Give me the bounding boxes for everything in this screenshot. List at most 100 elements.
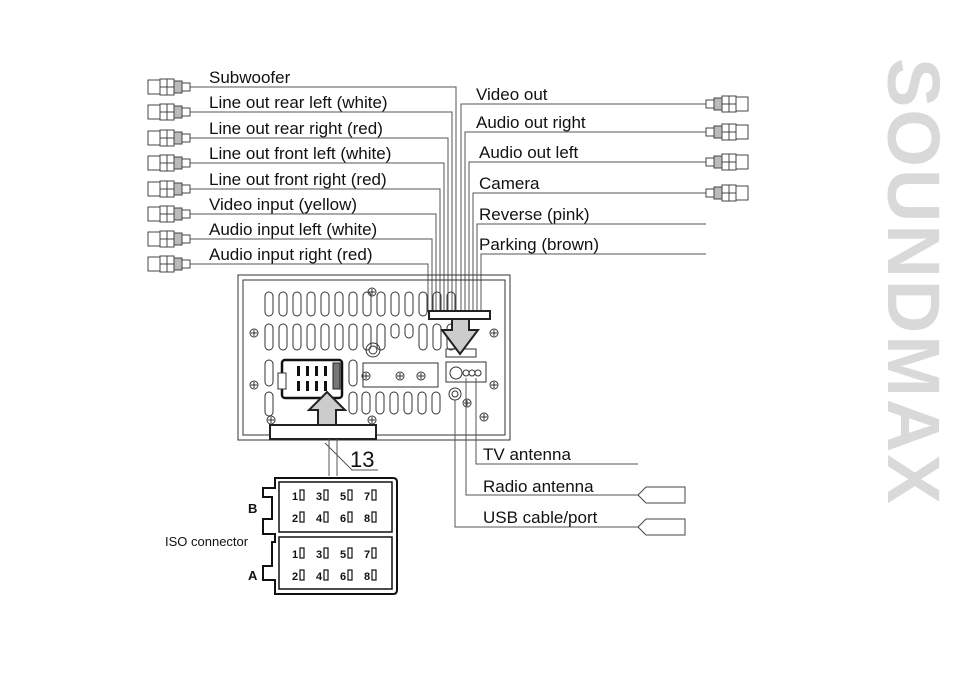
iso-pin-number: 8 xyxy=(364,513,370,525)
iso-pin-number: 1 xyxy=(292,549,298,561)
right-connector-group: Video out Audio out right Audio out left Ca… xyxy=(460,85,749,312)
vent-slot xyxy=(417,391,427,415)
iso-pin xyxy=(347,489,353,501)
rca-plug-icon xyxy=(147,78,191,96)
iso-pin-number: 4 xyxy=(316,571,323,583)
vent-slot xyxy=(348,323,358,351)
vent-slot xyxy=(348,391,358,415)
iso-harness-plug xyxy=(269,424,377,440)
rca-plug-icon xyxy=(147,230,191,248)
vent-slot xyxy=(306,291,316,317)
right-connector-label: Video out xyxy=(476,85,548,104)
iso-pin-number: 6 xyxy=(340,513,346,525)
vent-slot xyxy=(264,291,274,317)
iso-pin-number: 5 xyxy=(340,549,346,561)
right-connector-label: Camera xyxy=(479,174,540,193)
iso-connector: B A ISO connector 1 3 5 7 2 4 6 8 1 3 5 7 2 4 6 8 xyxy=(165,477,398,595)
vent-slot xyxy=(361,391,371,415)
iso-pin xyxy=(299,547,305,559)
vent-slot xyxy=(418,291,428,317)
iso-pin-number: 4 xyxy=(316,513,323,525)
rca-plug-icon xyxy=(705,123,749,141)
right-connector-label: Audio out right xyxy=(476,113,586,132)
iso-pin xyxy=(299,511,305,523)
iso-pin-number: 7 xyxy=(364,491,370,503)
iso-pin xyxy=(347,569,353,581)
rca-plug-icon xyxy=(147,205,191,223)
iso-pin xyxy=(323,511,329,523)
right-connector: Reverse (pink) xyxy=(476,205,706,312)
iso-pin xyxy=(371,511,377,523)
iso-pin xyxy=(323,489,329,501)
iso-pin xyxy=(371,547,377,559)
rca-plug-icon xyxy=(705,153,749,171)
left-connector-label: Line out front left (white) xyxy=(209,144,391,163)
rca-harness-plug xyxy=(428,310,491,320)
rca-plug-icon xyxy=(147,129,191,147)
bottom-label: Radio antenna xyxy=(483,477,594,496)
vent-slot xyxy=(403,391,413,415)
iso-pin xyxy=(323,569,329,581)
radio-antenna-plug xyxy=(637,486,686,504)
rca-plug-icon xyxy=(705,95,749,113)
vent-slot xyxy=(390,323,400,339)
vent-slot xyxy=(292,291,302,317)
wiring-diagram: SOUNDMAX Subwoofer Line out rear left (wh… xyxy=(147,58,954,595)
iso-pin-number: 7 xyxy=(364,549,370,561)
left-connector-label: Subwoofer xyxy=(209,68,291,87)
brand-watermark: SOUNDMAX xyxy=(872,58,954,506)
left-connector-label: Line out rear right (red) xyxy=(209,119,383,138)
left-connector-label: Audio input right (red) xyxy=(209,245,372,264)
vent-slot xyxy=(264,391,274,417)
vent-slot xyxy=(348,359,358,387)
rca-plug-icon xyxy=(147,103,191,121)
left-connector-label: Video input (yellow) xyxy=(209,195,357,214)
vent-slot xyxy=(334,323,344,351)
right-connector-label: Parking (brown) xyxy=(479,235,599,254)
iso-connector-label: ISO connector xyxy=(165,534,249,549)
rca-plug-icon xyxy=(147,154,191,172)
vent-slot xyxy=(320,291,330,317)
iso-socket xyxy=(277,358,344,400)
vent-slot xyxy=(389,391,399,415)
bottom-label: TV antenna xyxy=(483,445,571,464)
iso-pin xyxy=(299,489,305,501)
vent-slot xyxy=(375,391,385,415)
left-connector-label: Line out front right (red) xyxy=(209,170,387,189)
iso-pin xyxy=(371,489,377,501)
left-connector-label: Audio input left (white) xyxy=(209,220,377,239)
iso-pin xyxy=(299,569,305,581)
right-connector: Parking (brown) xyxy=(479,235,706,312)
harness-number: 13 xyxy=(350,447,374,472)
iso-block-a-label: A xyxy=(248,568,258,583)
vent-slot xyxy=(390,291,400,317)
bottom-connector-group: TV antenna Radio antenna USB cable/port xyxy=(454,378,686,536)
iso-block-b-label: B xyxy=(248,501,257,516)
vent-slot xyxy=(292,323,302,351)
iso-pin xyxy=(347,547,353,559)
left-connector: Audio input right (red) xyxy=(147,245,429,312)
iso-pin-number: 5 xyxy=(340,491,346,503)
vent-slot xyxy=(404,291,414,317)
usb-plug xyxy=(637,518,686,536)
vent-slot xyxy=(376,291,386,317)
vent-slot xyxy=(306,323,316,351)
vent-slot xyxy=(264,359,274,387)
rca-plug-icon xyxy=(705,184,749,202)
iso-pin-number: 6 xyxy=(340,571,346,583)
vent-slot xyxy=(334,291,344,317)
antenna-jack xyxy=(448,387,462,401)
vent-slot xyxy=(404,323,414,339)
iso-pin xyxy=(371,569,377,581)
right-connector-label: Audio out left xyxy=(479,143,579,162)
left-connector-label: Line out rear left (white) xyxy=(209,93,388,112)
iso-pin-number: 8 xyxy=(364,571,370,583)
vent-slot xyxy=(348,291,358,317)
rca-plug-icon xyxy=(147,255,191,273)
right-connector: Audio out left xyxy=(468,143,749,312)
left-connector: Line out front right (red) xyxy=(147,170,441,312)
iso-pin xyxy=(347,511,353,523)
iso-pin-number: 3 xyxy=(316,491,322,503)
vent-slot xyxy=(431,391,441,415)
vent-slot xyxy=(264,323,274,351)
